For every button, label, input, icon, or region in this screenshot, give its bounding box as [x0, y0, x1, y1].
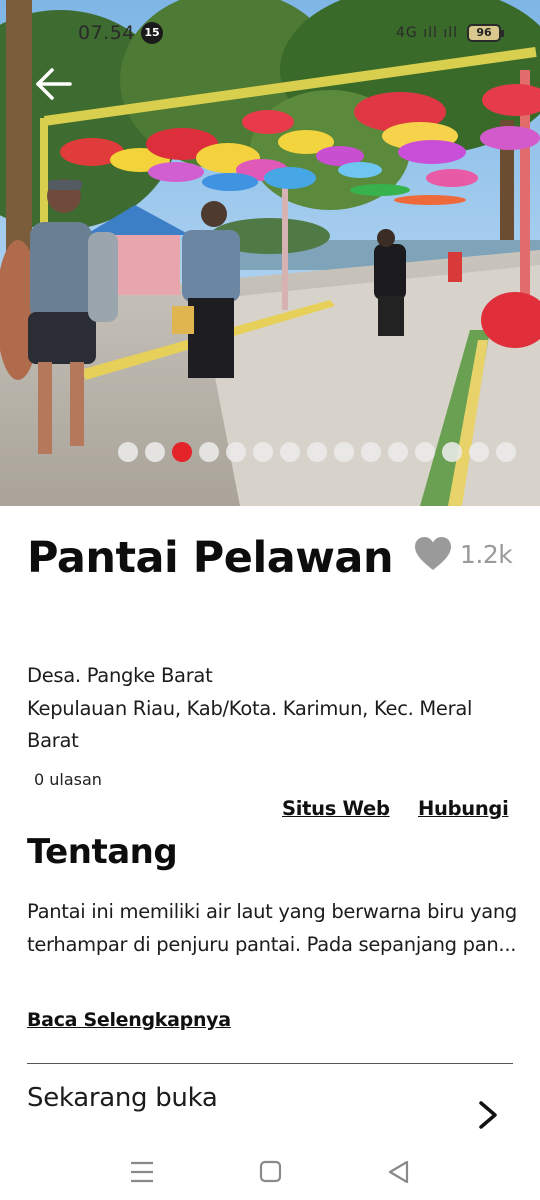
nav-home-button[interactable] — [248, 1150, 292, 1194]
carousel-dot[interactable] — [442, 442, 462, 462]
carousel-dot[interactable] — [280, 442, 300, 462]
carousel-dot[interactable] — [118, 442, 138, 462]
status-bar: 07.54 15 4G ıll ıll 96 — [0, 0, 540, 56]
square-home-icon — [259, 1160, 282, 1183]
notification-count-badge: 15 — [141, 22, 163, 44]
system-navigation-bar — [0, 1140, 540, 1200]
beach-photo — [0, 0, 540, 506]
back-button[interactable] — [32, 64, 76, 104]
carousel-dot-active[interactable] — [172, 442, 192, 462]
battery-icon: 96 — [467, 24, 504, 42]
carousel-dot[interactable] — [469, 442, 489, 462]
carousel-dot[interactable] — [226, 442, 246, 462]
like-button[interactable]: 1.2k — [414, 534, 513, 574]
opening-hours-row[interactable]: Sekarang buka — [27, 1076, 513, 1136]
section-divider — [27, 1063, 513, 1064]
opening-status: Sekarang buka — [27, 1083, 218, 1113]
status-time: 07.54 — [78, 22, 135, 44]
carousel-dot[interactable] — [496, 442, 516, 462]
place-address: Desa. Pangke Barat Kepulauan Riau, Kab/K… — [27, 660, 507, 758]
carousel-dot[interactable] — [145, 442, 165, 462]
carousel-pagination — [118, 442, 516, 462]
triangle-back-icon — [388, 1160, 409, 1184]
address-village: Desa. Pangke Barat — [27, 664, 213, 687]
about-description: Pantai ini memiliki air laut yang berwar… — [27, 900, 517, 956]
arrow-left-icon — [36, 68, 72, 100]
chevron-right-icon — [479, 1101, 497, 1129]
address-region: Kepulauan Riau, Kab/Kota. Karimun, Kec. … — [27, 696, 473, 753]
carousel-dot[interactable] — [415, 442, 435, 462]
review-count[interactable]: 0 ulasan — [34, 770, 102, 789]
carousel-dot[interactable] — [253, 442, 273, 462]
carousel-dot[interactable] — [388, 442, 408, 462]
read-more-link[interactable]: Baca Selengkapnya — [27, 1009, 231, 1031]
signal-icon: 4G ıll ıll — [396, 25, 458, 41]
carousel-dot[interactable] — [307, 442, 327, 462]
nav-menu-button[interactable] — [120, 1150, 164, 1194]
carousel-dot[interactable] — [334, 442, 354, 462]
about-heading: Tentang — [27, 832, 178, 872]
like-count: 1.2k — [460, 539, 513, 569]
carousel-dot[interactable] — [199, 442, 219, 462]
contact-link[interactable]: Hubungi — [418, 797, 509, 820]
heart-icon — [415, 537, 451, 570]
menu-icon — [131, 1161, 153, 1183]
place-title: Pantai Pelawan — [27, 533, 394, 583]
carousel-dot[interactable] — [361, 442, 381, 462]
hero-photo-carousel[interactable]: 07.54 15 4G ıll ıll 96 — [0, 0, 540, 506]
website-link[interactable]: Situs Web — [282, 797, 390, 820]
nav-back-button[interactable] — [376, 1150, 420, 1194]
